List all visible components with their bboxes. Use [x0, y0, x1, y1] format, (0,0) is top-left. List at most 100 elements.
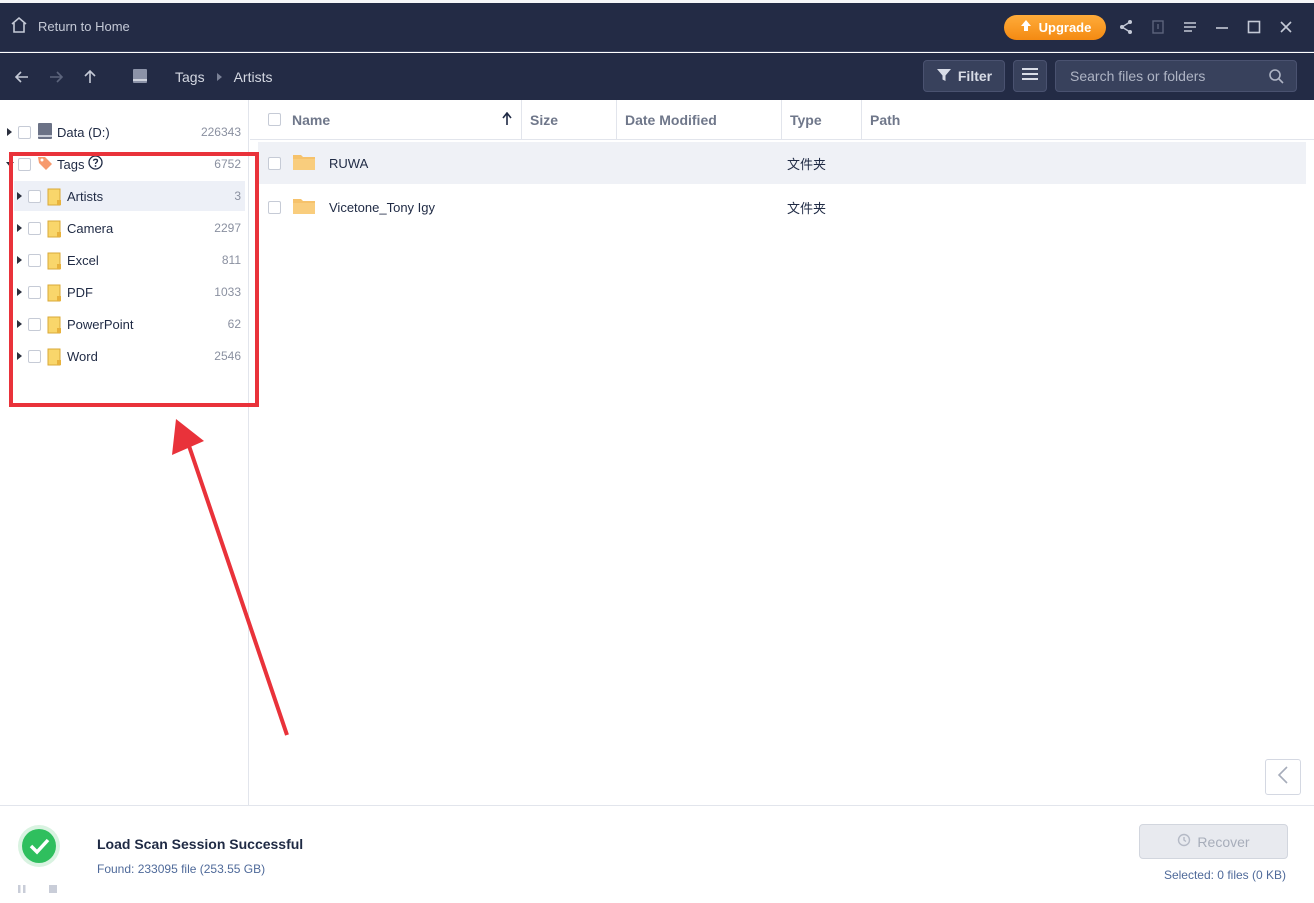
tag-folder-icon [47, 348, 61, 365]
maximize-icon[interactable] [1243, 16, 1265, 38]
tree-item-count: 2297 [214, 221, 241, 235]
row-checkbox[interactable] [268, 200, 281, 214]
tag-folder-icon [47, 252, 61, 269]
tree-item-camera[interactable]: Camera 2297 [0, 213, 249, 243]
tree-checkbox[interactable] [28, 349, 41, 363]
column-name[interactable]: Name [284, 100, 522, 140]
tree-item-count: 2546 [214, 349, 241, 363]
tag-folder-icon [47, 188, 61, 205]
scan-found-count: Found: 233095 file (253.55 GB) [97, 862, 266, 876]
tree-checkbox[interactable] [28, 189, 41, 203]
file-type: 文件夹 [787, 200, 827, 216]
return-home-label: Return to Home [38, 19, 130, 34]
column-name-label: Name [292, 112, 331, 128]
list-view-icon [1021, 66, 1039, 87]
breadcrumb-tags[interactable]: Tags [175, 69, 205, 85]
top-strip [0, 0, 1314, 3]
tree-item-pdf[interactable]: PDF 1033 [0, 277, 249, 307]
collapse-arrow-icon[interactable] [6, 161, 14, 167]
app-window: Return to Home Upgrade Tags Artists Filt… [0, 0, 1314, 903]
search-icon[interactable] [1268, 68, 1284, 89]
filter-label: Filter [957, 68, 993, 84]
file-list: Name Size Date Modified Type Path RUWA 文… [250, 100, 1314, 805]
filter-button[interactable]: Filter [923, 60, 1005, 92]
expand-arrow-icon[interactable] [17, 288, 22, 296]
file-type: 文件夹 [787, 156, 827, 172]
column-type-label: Type [790, 112, 822, 128]
tree-item-label: Excel [67, 252, 99, 268]
minimize-icon[interactable] [1211, 16, 1233, 38]
expand-arrow-icon[interactable] [17, 320, 22, 328]
annotation-arrow [172, 419, 289, 736]
column-path[interactable]: Path [861, 100, 1061, 140]
tree-item-excel[interactable]: Excel 811 [0, 245, 249, 275]
tree-item-data-drive[interactable]: Data (D:) 226343 [0, 117, 249, 147]
file-row[interactable]: Vicetone_Tony Igy 文件夹 [258, 186, 1306, 228]
column-date-modified[interactable]: Date Modified [616, 100, 782, 140]
tree-item-label: PowerPoint [67, 316, 134, 332]
column-type[interactable]: Type [781, 100, 862, 140]
tree-item-count: 1033 [214, 285, 241, 299]
share-icon[interactable] [1115, 16, 1137, 38]
selected-files-info: Selected: 0 files (0 KB) [1163, 868, 1286, 882]
forward-arrow-icon[interactable] [44, 65, 68, 89]
row-checkbox[interactable] [268, 156, 281, 170]
expand-arrow-icon[interactable] [7, 128, 12, 136]
tree-checkbox[interactable] [18, 157, 31, 171]
drive-icon [131, 67, 149, 88]
expand-arrow-icon[interactable] [17, 192, 22, 200]
expand-arrow-icon[interactable] [17, 256, 22, 264]
tree-item-label: Tags [57, 156, 85, 172]
column-date-label: Date Modified [625, 112, 717, 128]
tree-item-powerpoint[interactable]: PowerPoint 62 [0, 309, 249, 339]
title-bar: Return to Home Upgrade [0, 0, 1314, 52]
tree-item-artists[interactable]: Artists 3 [14, 181, 245, 211]
select-all-checkbox[interactable] [268, 113, 281, 126]
tree-item-tags[interactable]: Tags 6752 [0, 149, 249, 179]
view-mode-button[interactable] [1013, 60, 1047, 92]
expand-arrow-icon[interactable] [17, 352, 22, 360]
filter-icon [936, 67, 952, 86]
tag-folder-icon [47, 220, 61, 237]
stop-icon[interactable] [48, 881, 58, 899]
file-row[interactable]: RUWA 文件夹 [258, 142, 1306, 184]
column-path-label: Path [870, 112, 901, 128]
menu-icon[interactable] [1179, 16, 1201, 38]
tag-folder-icon [47, 284, 61, 301]
tag-folder-icon [47, 316, 61, 333]
breadcrumb-artists[interactable]: Artists [234, 69, 273, 85]
tree-checkbox[interactable] [28, 285, 41, 299]
expand-arrow-icon[interactable] [17, 224, 22, 232]
up-arrow-icon[interactable] [78, 65, 102, 89]
tag-icon [36, 154, 54, 175]
help-icon[interactable] [88, 155, 103, 173]
success-check-icon [17, 824, 61, 873]
tree-checkbox[interactable] [18, 125, 31, 139]
file-name: RUWA [329, 155, 369, 171]
folder-icon [292, 153, 316, 174]
back-arrow-icon[interactable] [10, 65, 34, 89]
tree-item-word[interactable]: Word 2546 [0, 341, 249, 371]
close-icon[interactable] [1275, 16, 1297, 38]
upgrade-button[interactable]: Upgrade [1004, 15, 1106, 40]
tree-checkbox[interactable] [28, 221, 41, 235]
return-home-button[interactable]: Return to Home [10, 16, 130, 37]
search-input[interactable] [1056, 61, 1261, 91]
tree-checkbox[interactable] [28, 317, 41, 331]
upgrade-label: Upgrade [1038, 20, 1092, 35]
upgrade-icon [1019, 19, 1033, 36]
status-bar: Load Scan Session Successful Found: 2330… [0, 805, 1314, 903]
tree-item-label: Word [67, 348, 98, 364]
tree-item-label: Artists [67, 188, 104, 204]
tree-checkbox[interactable] [28, 253, 41, 267]
export-icon[interactable] [1147, 16, 1169, 38]
tree-item-count: 226343 [200, 125, 241, 139]
tree-item-label: PDF [67, 284, 93, 300]
breadcrumb: Tags Artists [131, 66, 272, 88]
collapse-panel-button[interactable] [1265, 759, 1301, 795]
pause-icon[interactable] [17, 881, 27, 899]
column-size[interactable]: Size [521, 100, 617, 140]
recover-button[interactable]: Recover [1139, 824, 1288, 859]
breadcrumb-separator-icon [216, 73, 222, 81]
sort-ascending-icon[interactable] [502, 111, 512, 129]
